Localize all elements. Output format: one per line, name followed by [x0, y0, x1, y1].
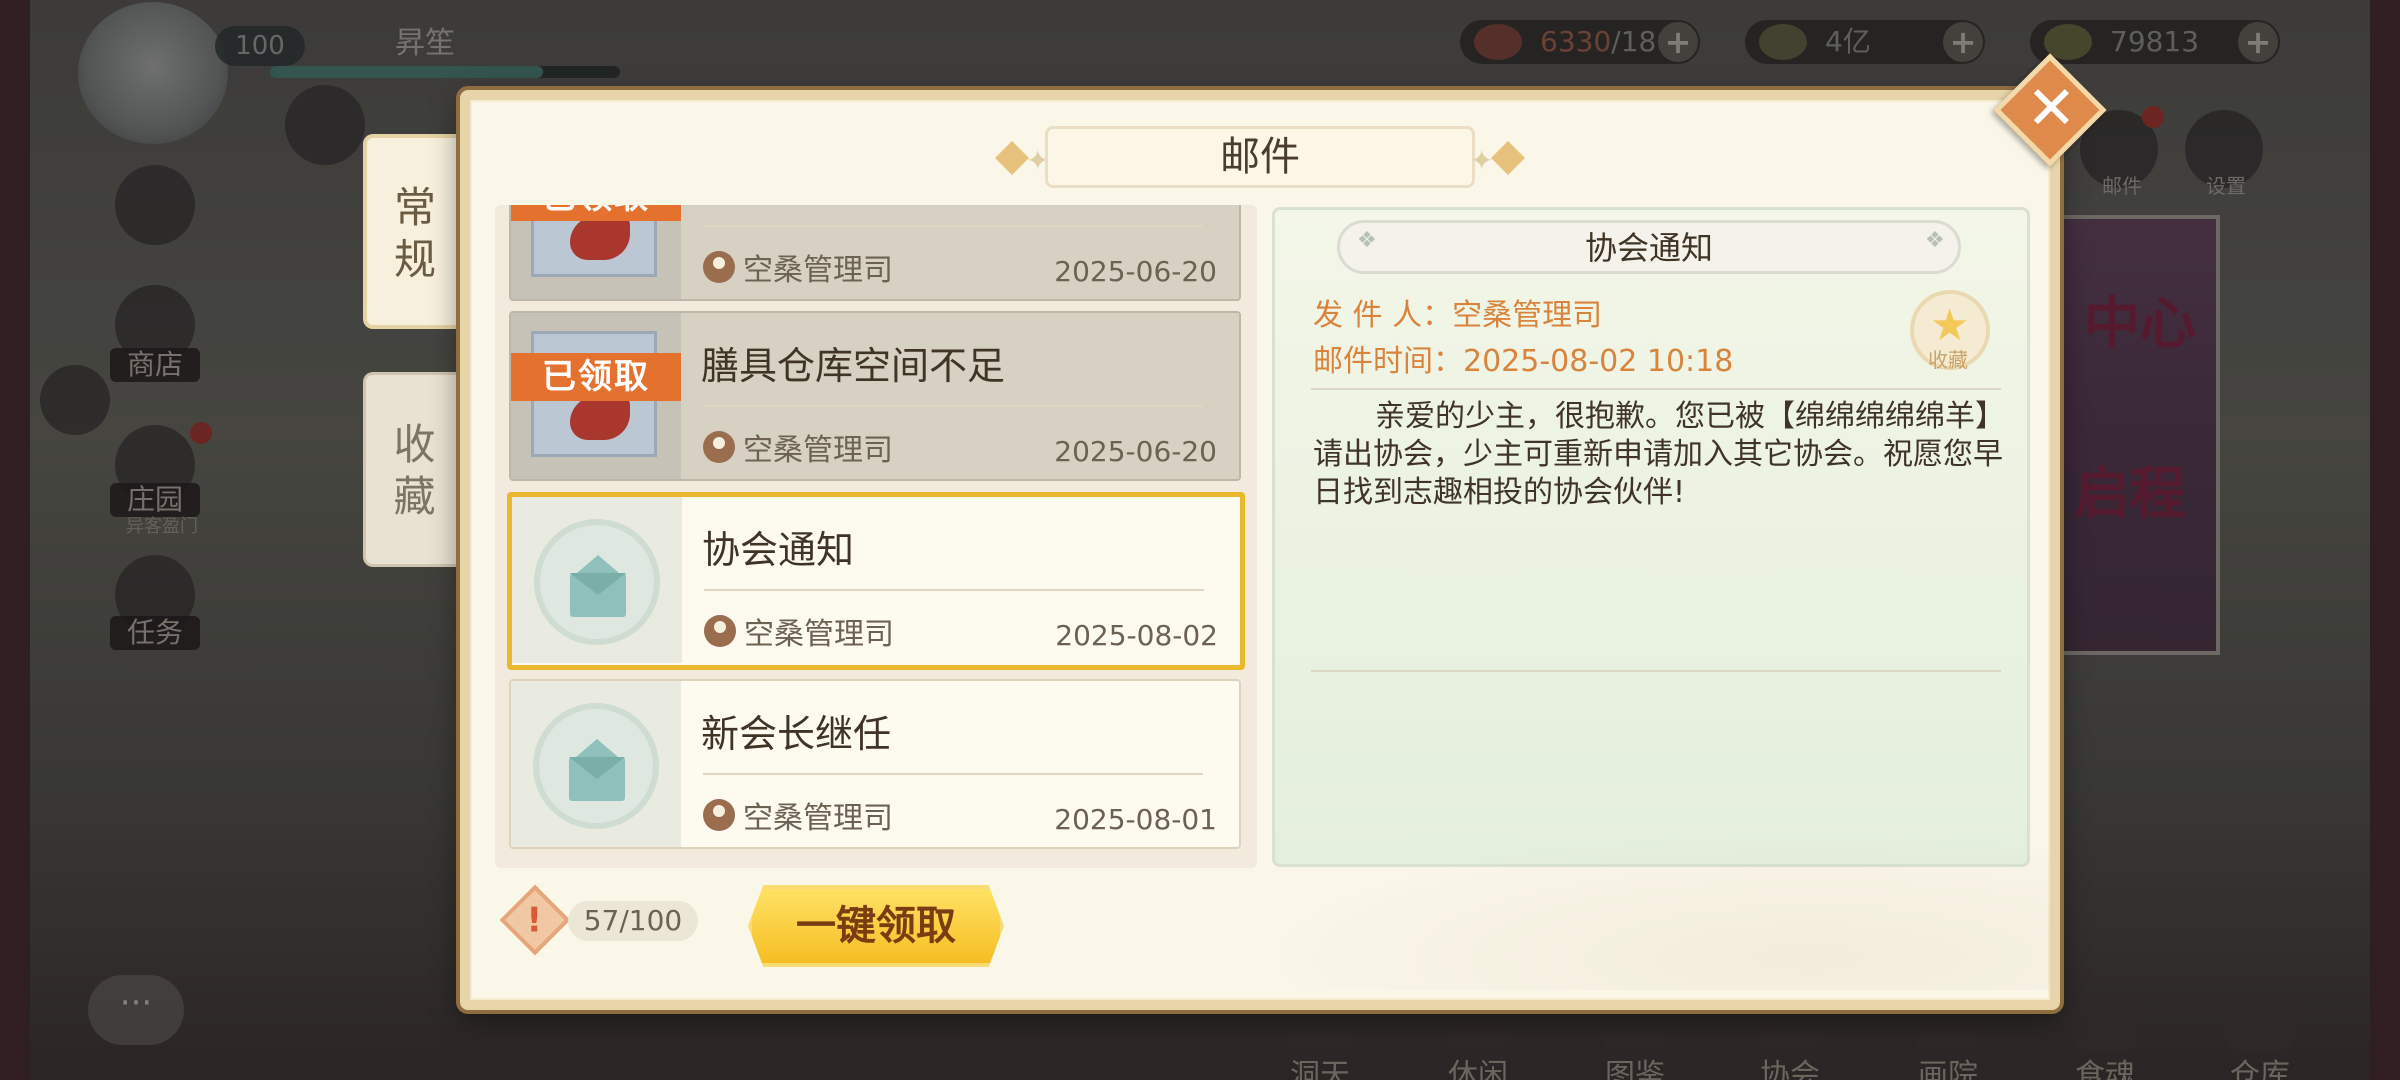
sender-icon [703, 251, 735, 283]
sender-icon [703, 431, 735, 463]
detail-sender: 发 件 人：空桑管理司 [1313, 298, 1603, 333]
favorite-label: 收藏 [1928, 348, 1968, 372]
shoe-icon [570, 396, 630, 440]
close-icon: ✕ [2026, 73, 2077, 144]
mail-date: 2025-06-20 [1054, 255, 1217, 288]
mail-thumbnail [512, 497, 682, 663]
mail-count-text: 57/100 [568, 901, 698, 941]
divider [703, 405, 1203, 407]
tab-label: 收藏 [393, 420, 436, 521]
mail-thumbnail [511, 681, 681, 847]
envelope-fold [570, 573, 626, 595]
mail-sender: 空桑管理司 [743, 801, 893, 836]
envelope-icon [533, 703, 659, 829]
sparkle-icon: ✦ [1470, 144, 1494, 177]
favorite-button[interactable]: ★ 收藏 [1910, 290, 1990, 372]
divider [704, 589, 1204, 591]
warning-mark: ! [526, 900, 543, 941]
mail-date: 2025-08-01 [1054, 803, 1217, 836]
mail-list-item[interactable]: 已领取 膳具仓库空间不足 空桑管理司 2025-06-20 [509, 311, 1241, 481]
mail-list-item[interactable]: 已领取 空桑管理司 2025-06-20 [509, 205, 1241, 301]
mail-subject: 协会通知 [702, 528, 855, 572]
mail-thumbnail: 已领取 [511, 313, 681, 479]
claim-all-button[interactable]: 一键领取 [748, 885, 1004, 967]
mail-subject: 膳具仓库空间不足 [701, 344, 1006, 388]
tab-general[interactable]: 常规 [363, 134, 463, 329]
tab-label: 常规 [393, 183, 436, 284]
envelope-icon [534, 519, 660, 645]
divider [1311, 388, 2001, 390]
claimed-badge: 已领取 [511, 205, 681, 221]
tab-favorites[interactable]: 收藏 [363, 372, 463, 567]
detail-title: 协会通知 [1337, 220, 1961, 274]
diamond-ornament-icon [1491, 141, 1525, 175]
mail-date: 2025-08-02 [1055, 619, 1218, 652]
mail-date: 2025-06-20 [1054, 435, 1217, 468]
shoe-icon [570, 216, 630, 260]
mail-sender: 空桑管理司 [743, 253, 893, 288]
sender-icon [704, 615, 736, 647]
decorative-leaf-pattern [1250, 830, 2050, 990]
detail-body: 亲爱的少主，很抱歉。您已被【绵绵绵绵绵羊】请出协会，少主可重新申请加入其它协会。… [1313, 399, 2003, 510]
detail-time: 邮件时间：2025-08-02 10:18 [1313, 344, 1734, 379]
warning-icon: ! [499, 884, 571, 956]
mail-detail-panel: 协会通知 ❖ ❖ 发 件 人：空桑管理司 邮件时间：2025-08-02 10:… [1272, 207, 2030, 867]
envelope-fold [569, 757, 625, 779]
mail-subject: 新会长继任 [701, 712, 892, 756]
claimed-badge: 已领取 [511, 353, 681, 401]
diamond-ornament-icon: ❖ [1925, 228, 1945, 253]
mail-list-item[interactable]: 新会长继任 空桑管理司 2025-08-01 [509, 679, 1241, 849]
mail-sender: 空桑管理司 [744, 617, 894, 652]
divider [703, 225, 1203, 227]
divider [1311, 670, 2001, 672]
dialog-title-plate: ✦ 邮件 ✦ [995, 126, 1525, 192]
sender-icon [703, 799, 735, 831]
dialog-title: 邮件 [1045, 126, 1475, 188]
mail-list[interactable]: 已领取 空桑管理司 2025-06-20 已领取 膳具仓库空间不足 空桑管理司 … [495, 205, 1257, 868]
mail-list-item-selected[interactable]: 协会通知 空桑管理司 2025-08-02 [507, 492, 1245, 670]
mail-sender: 空桑管理司 [743, 433, 893, 468]
diamond-ornament-icon: ❖ [1357, 228, 1377, 253]
mail-thumbnail: 已领取 [511, 205, 681, 299]
detail-title-text: 协会通知 [1584, 229, 1713, 267]
mail-count: ! 57/100 [499, 884, 700, 956]
divider [703, 773, 1203, 775]
diamond-ornament-icon [995, 141, 1029, 175]
